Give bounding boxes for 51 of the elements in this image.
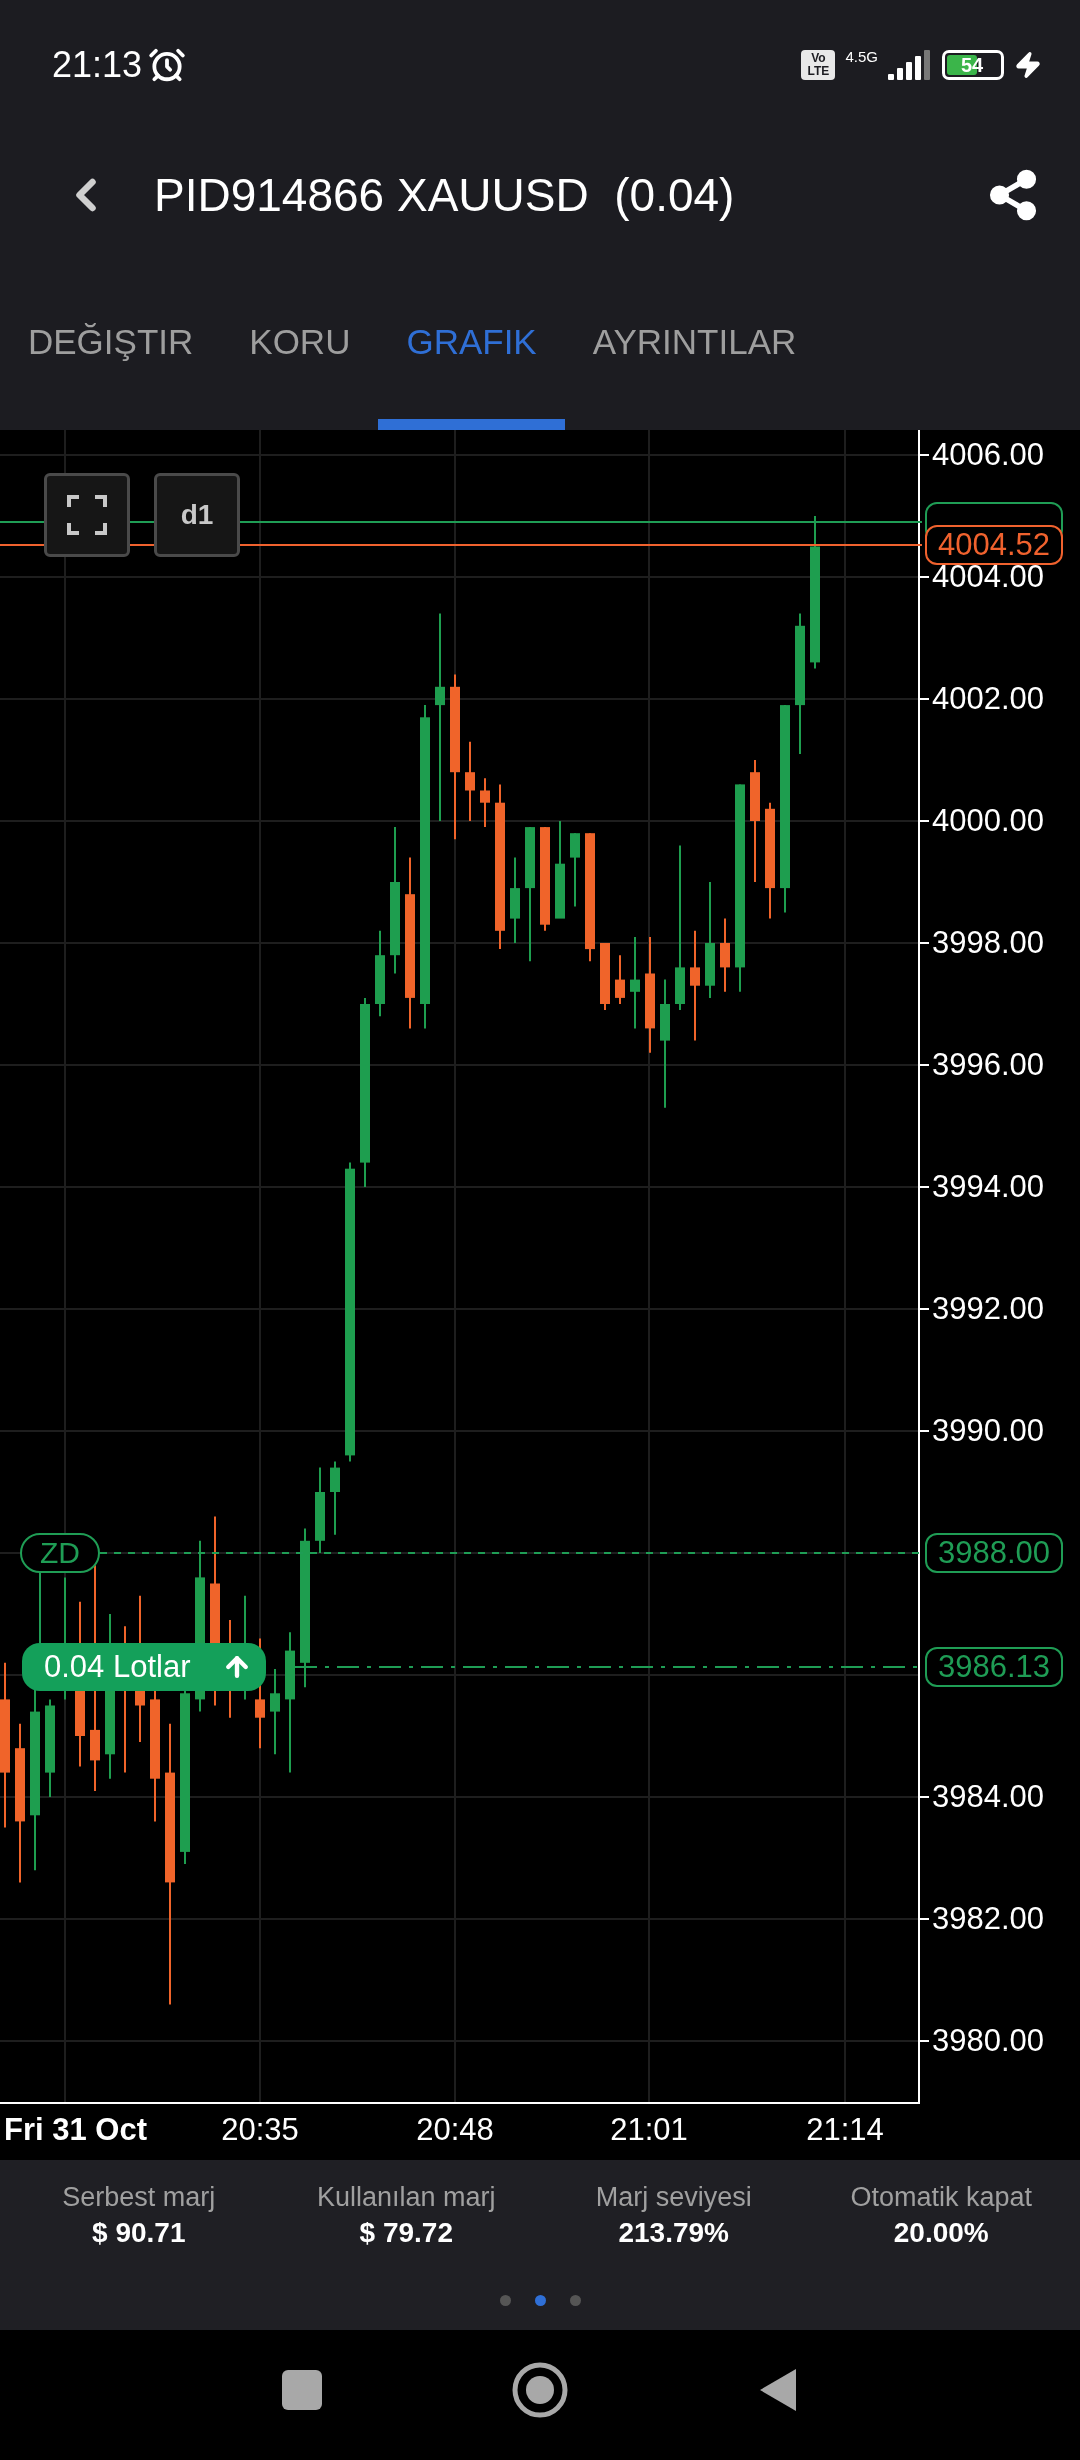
tab[interactable]: KORU <box>221 254 379 430</box>
candle <box>480 777 490 829</box>
price-marker: 3988.00 <box>925 1533 1063 1573</box>
volte-badge: Vo LTE <box>801 50 836 80</box>
price-axis-label: 4002.00 <box>932 681 1045 717</box>
price-axis-label: 3990.00 <box>932 1413 1045 1449</box>
price-axis-label: 3980.00 <box>932 2023 1045 2059</box>
page-dot[interactable] <box>499 2295 511 2306</box>
back-nav-button[interactable] <box>758 2367 798 2413</box>
alarm-icon <box>148 46 187 84</box>
price-axis-label: 3996.00 <box>932 1047 1045 1083</box>
price-axis-label: 3998.00 <box>932 925 1045 961</box>
tab[interactable]: DEĞIŞTIR <box>0 254 222 430</box>
charging-icon <box>1014 51 1042 79</box>
clock-time: 21:13 <box>52 44 143 86</box>
margin-label: Serbest marj <box>62 2182 216 2213</box>
price-axis-label: 3992.00 <box>932 1291 1045 1327</box>
fullscreen-button[interactable] <box>44 473 130 557</box>
time-axis-label: 20:48 <box>415 2112 495 2148</box>
margin-value: $ 79.72 <box>359 2217 453 2249</box>
position-size: 0.04 Lotlar <box>44 1649 191 1686</box>
time-axis-label: 20:35 <box>220 2112 300 2148</box>
price-axis-label: 3994.00 <box>932 1169 1045 1205</box>
stop-loss-badge[interactable]: ZD <box>20 1533 100 1573</box>
position-badge[interactable]: 0.04 Lotlar <box>22 1643 266 1692</box>
network-type: 4.5G <box>845 48 878 65</box>
margin-value: $ 90.71 <box>92 2217 186 2249</box>
price-axis-label: 4000.00 <box>932 803 1045 839</box>
page-dot[interactable] <box>534 2295 546 2306</box>
candle <box>600 942 610 1012</box>
candle <box>615 954 625 1005</box>
price-marker: 3986.13 <box>925 1647 1063 1688</box>
margin-label: Otomatik kapat <box>850 2182 1033 2213</box>
home-button[interactable] <box>512 2362 568 2418</box>
price-axis-label: 3982.00 <box>932 1901 1045 1937</box>
page-dot[interactable] <box>569 2295 581 2306</box>
price-axis-label: 3984.00 <box>932 1779 1045 1815</box>
price-marker: 4004.52 <box>925 525 1063 565</box>
fullscreen-icon <box>67 495 107 535</box>
signal-icon <box>888 50 932 80</box>
time-axis-label: 21:14 <box>805 2112 885 2148</box>
margin-label: Marj seviyesi <box>595 2182 752 2213</box>
margin-value: 213.79% <box>618 2217 729 2249</box>
screen-title: PID914866 XAUUSD (0.04) <box>154 168 736 222</box>
time-axis-label: 21:01 <box>609 2112 689 2148</box>
margin-label: Kullanılan marj <box>316 2182 496 2213</box>
timeframe-button[interactable]: d1 <box>154 473 240 557</box>
price-axis-label: 4006.00 <box>932 437 1045 473</box>
margin-value: 20.00% <box>893 2217 989 2249</box>
date-label: Fri 31 Oct <box>4 2112 147 2148</box>
tab[interactable]: AYRINTILAR <box>564 254 825 430</box>
